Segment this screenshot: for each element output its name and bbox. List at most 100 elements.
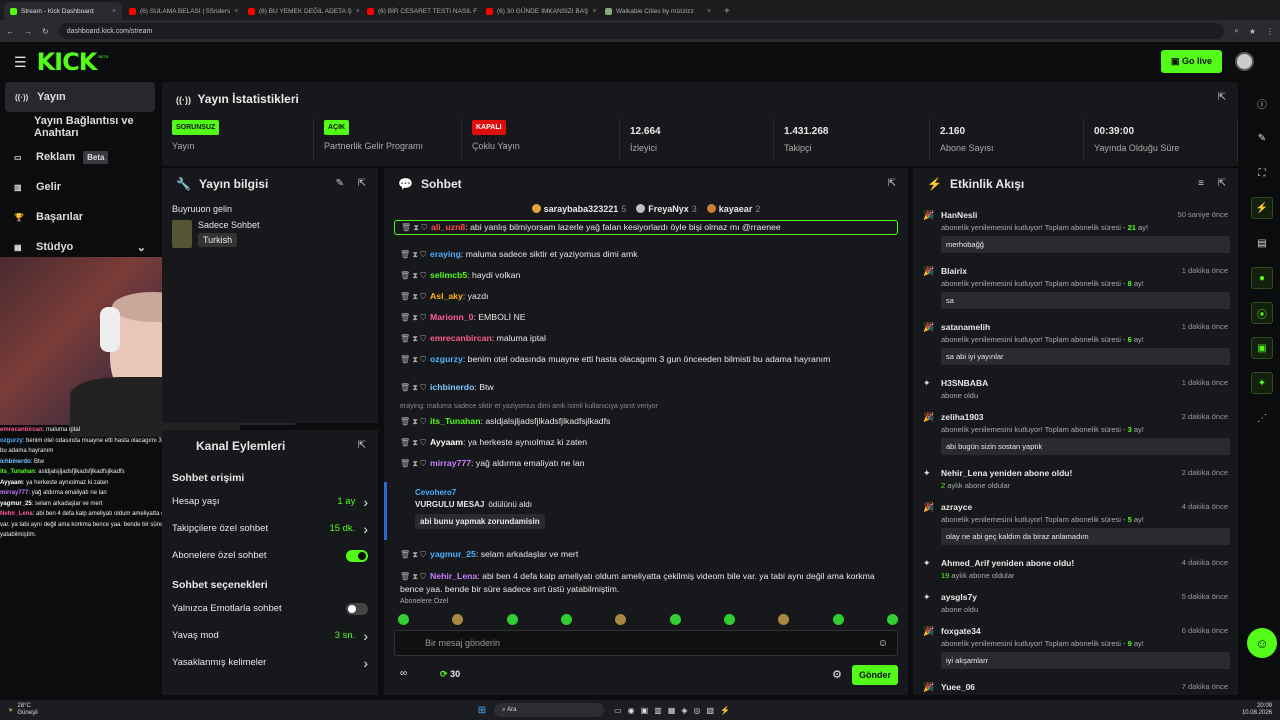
chat-message[interactable]: 🗑 ⧗ ⛉ Ayyaam: ya herkeste aynıolmaz ki za… bbox=[394, 436, 898, 449]
sidebar-item[interactable]: ▥ Gelir bbox=[0, 172, 160, 202]
lightning-icon[interactable]: ⚡ bbox=[1251, 197, 1273, 219]
emote-icon[interactable] bbox=[506, 614, 518, 625]
close-icon[interactable]: × bbox=[112, 8, 116, 15]
layers-icon[interactable]: ▣ bbox=[1251, 337, 1273, 359]
filter-icon[interactable]: ≡ bbox=[1198, 178, 1204, 189]
mod-icons[interactable]: 🗑 ⧗ ⛉ bbox=[400, 550, 426, 559]
chevron-down-icon[interactable]: ⌄ bbox=[137, 241, 146, 254]
zoom-icon[interactable]: ⌕ bbox=[1234, 26, 1238, 36]
info-icon[interactable]: ⓘ bbox=[1251, 92, 1273, 114]
mod-icons[interactable]: 🗑 ⧗ ⛉ bbox=[400, 417, 426, 426]
channel-setting-row[interactable]: Takipçilere özel sohbet 15 dk. › bbox=[162, 515, 378, 542]
activity-event[interactable]: ✦ Ahmed_Arif yeniden abone oldu! 4 dakika … bbox=[921, 558, 1230, 580]
reward-user[interactable]: Cevohero7 bbox=[415, 488, 898, 497]
setting-control[interactable]: 15 dk. › bbox=[329, 521, 368, 537]
user-avatar[interactable] bbox=[1235, 52, 1254, 71]
mod-icons[interactable]: 🗑 ⧗ ⛉ bbox=[400, 313, 426, 322]
chat-message[interactable]: 🗑 ⧗ ⛉ eraying: maluma sadece siktir et ya… bbox=[394, 248, 898, 261]
sidebar-item[interactable]: ▭ Reklam Beta bbox=[0, 142, 160, 172]
browser-tab[interactable]: Stream - Kick Dashboard × bbox=[4, 2, 122, 20]
activity-event[interactable]: ✦ aysgls7y 5 dakika önce abone oldu bbox=[921, 592, 1230, 614]
chat-username[interactable]: Asl_aky bbox=[430, 291, 463, 301]
browser-tab[interactable]: Walkable Cities by mizizizz × bbox=[599, 2, 717, 20]
mod-icons[interactable]: 🗑 ⧗ ⛉ bbox=[400, 292, 426, 301]
emote-icon[interactable] bbox=[398, 614, 409, 625]
edit-icon[interactable]: ✎ bbox=[336, 178, 344, 189]
close-icon[interactable]: × bbox=[356, 8, 360, 15]
taskbar-search[interactable]: ⌕ Ara bbox=[494, 703, 605, 717]
kick-logo[interactable]: KICK bbox=[37, 48, 98, 76]
chat-username[interactable]: Marionn_0 bbox=[430, 312, 473, 322]
popout-icon[interactable]: ⇱ bbox=[1218, 92, 1226, 103]
chat-message[interactable]: 🗑 ⧗ ⛉ selimcb5: haydi volkan bbox=[394, 269, 898, 282]
chat-message[interactable]: 🗑 ⧗ ⛉ Marionn_0: EMBOLİ NE bbox=[394, 311, 898, 324]
chat-username[interactable]: Ayyaam bbox=[430, 437, 463, 447]
channel-setting-row[interactable]: Yasaklanmış kelimeler › bbox=[162, 649, 378, 676]
document-icon[interactable]: ▤ bbox=[1251, 232, 1273, 254]
emote-icon[interactable] bbox=[615, 614, 627, 625]
close-icon[interactable]: × bbox=[234, 8, 238, 15]
browser-tab[interactable]: (6) SULAMA BELASI | 5Sriders × bbox=[123, 2, 241, 20]
channel-setting-row[interactable]: Yavaş mod 3 sn. › bbox=[162, 622, 378, 649]
browser-tab[interactable]: (6) BİR CESARET TESTİ NASIL F× bbox=[361, 2, 479, 20]
expand-icon[interactable]: ⛶ bbox=[1251, 162, 1273, 184]
close-icon[interactable]: × bbox=[592, 8, 596, 15]
chat-message[interactable]: 🗑 ⧗ ⛉ its_Tunahan: asldjalsjljadsfjlkadsf… bbox=[394, 415, 898, 428]
toggle-switch[interactable] bbox=[346, 549, 368, 562]
start-icon[interactable]: ⊞ bbox=[478, 705, 486, 716]
chat-message[interactable]: 🗑 ⧗ ⛉ emrecanbircan: maluma iptal bbox=[394, 332, 898, 345]
bookmark-icon[interactable]: ★ bbox=[1249, 27, 1256, 36]
sidebar-item[interactable]: 🏆 Başarılar bbox=[0, 202, 160, 232]
back-icon[interactable]: ← bbox=[6, 27, 14, 36]
mod-icons[interactable]: 🗑 ⧗ ⛉ bbox=[400, 355, 426, 364]
chat-username[interactable]: Nehir_Lena bbox=[430, 571, 477, 581]
chat-username[interactable]: eraying bbox=[430, 249, 461, 259]
new-tab-button[interactable]: + bbox=[724, 6, 730, 17]
chat-message[interactable]: 🗑 ⧗ ⛉ mirray777: yağ aldırma emaliyatı ne… bbox=[394, 457, 898, 470]
menu-icon[interactable]: ⋮ bbox=[1266, 27, 1274, 36]
setting-control[interactable]: 1 ay › bbox=[337, 494, 368, 510]
emote-icon[interactable] bbox=[452, 614, 464, 625]
go-live-button[interactable]: ▣ Go live bbox=[1160, 50, 1222, 73]
browser-tab[interactable]: (6) BU YEMEK DEĞİL ADETA Ş × bbox=[242, 2, 360, 20]
address-input[interactable]: dashboard.kick.com/stream bbox=[58, 23, 1225, 39]
chat-message[interactable]: 🗑 ⧗ ⛉ ali_uzn8: abi yanlış bilmiyorsam la… bbox=[394, 220, 898, 235]
emote-icon[interactable]: ☺ bbox=[878, 638, 888, 649]
mod-icons[interactable]: 🗑 ⧗ ⛉ bbox=[400, 271, 426, 280]
chat-username[interactable]: ichbinerdo bbox=[430, 382, 474, 392]
tools-icon[interactable]: ✦ bbox=[1251, 372, 1273, 394]
browser-tab[interactable]: (6) 30 GÜNDE İMKANSIZI BAŞ × bbox=[480, 2, 598, 20]
popout-icon[interactable]: ⇱ bbox=[358, 440, 366, 451]
activity-event[interactable]: ✦ Nehir_Lena yeniden abone oldu! 2 dakika … bbox=[921, 468, 1230, 490]
mod-icons[interactable]: 🗑 ⧗ ⛉ bbox=[400, 334, 426, 343]
send-button[interactable]: Gönder bbox=[851, 665, 898, 685]
popout-icon[interactable]: ⇱ bbox=[358, 178, 366, 189]
activity-event[interactable]: 🎉 zeliha1903 2 dakika önce abonelik yenilem… bbox=[921, 412, 1230, 455]
mod-icons[interactable]: 🗑 ⧗ ⛉ bbox=[401, 223, 427, 232]
settings-icon[interactable]: ⚙ bbox=[832, 668, 842, 681]
emote-icon[interactable] bbox=[832, 614, 844, 625]
broadcast-icon[interactable]: ⦿ bbox=[1251, 302, 1273, 324]
setting-control[interactable]: › bbox=[355, 655, 368, 671]
chat-username[interactable]: mirray777 bbox=[430, 458, 471, 468]
chat-message[interactable]: 🗑 ⧗ ⛉ Nehir_Lena: abi ben 4 defa kalp ame… bbox=[394, 570, 898, 596]
chat-message[interactable]: 🗑 ⧗ ⛉ yagmur_25: selam arkadaşlar ve mert bbox=[394, 548, 898, 561]
toggle-switch[interactable] bbox=[346, 602, 368, 615]
forward-icon[interactable]: → bbox=[24, 27, 32, 36]
activity-event[interactable]: 🎉 Blairix 1 dakika önce abonelik yenilemesi… bbox=[921, 266, 1230, 309]
activity-event[interactable]: ✦ H3SNBABA 1 dakika önce abone oldu bbox=[921, 378, 1230, 400]
channel-setting-row[interactable]: Yalnızca Emotlarla sohbet bbox=[162, 595, 378, 622]
chat-icon[interactable]: ● bbox=[1251, 267, 1273, 289]
activity-event[interactable]: 🎉 azrayce 4 dakika önce abonelik yenilemesi… bbox=[921, 502, 1230, 545]
setting-control[interactable] bbox=[346, 602, 368, 615]
mod-icons[interactable]: 🗑 ⧗ ⛉ bbox=[400, 459, 426, 468]
activity-event[interactable]: 🎉 satanamelih 1 dakika önce abonelik yenile… bbox=[921, 322, 1230, 365]
pencil-icon[interactable]: ✎ bbox=[1251, 127, 1273, 149]
emote-icon[interactable] bbox=[560, 614, 572, 625]
channel-setting-row[interactable]: Abonelere özel sohbet bbox=[162, 542, 378, 569]
activity-event[interactable]: 🎉 Yuee_06 7 dakika önce bbox=[921, 682, 1230, 692]
hamburger-icon[interactable]: ☰ bbox=[14, 54, 27, 71]
emote-icon[interactable] bbox=[886, 614, 898, 625]
chat-username[interactable]: selimcb5 bbox=[430, 270, 467, 280]
support-button[interactable]: ☺ bbox=[1247, 628, 1277, 658]
